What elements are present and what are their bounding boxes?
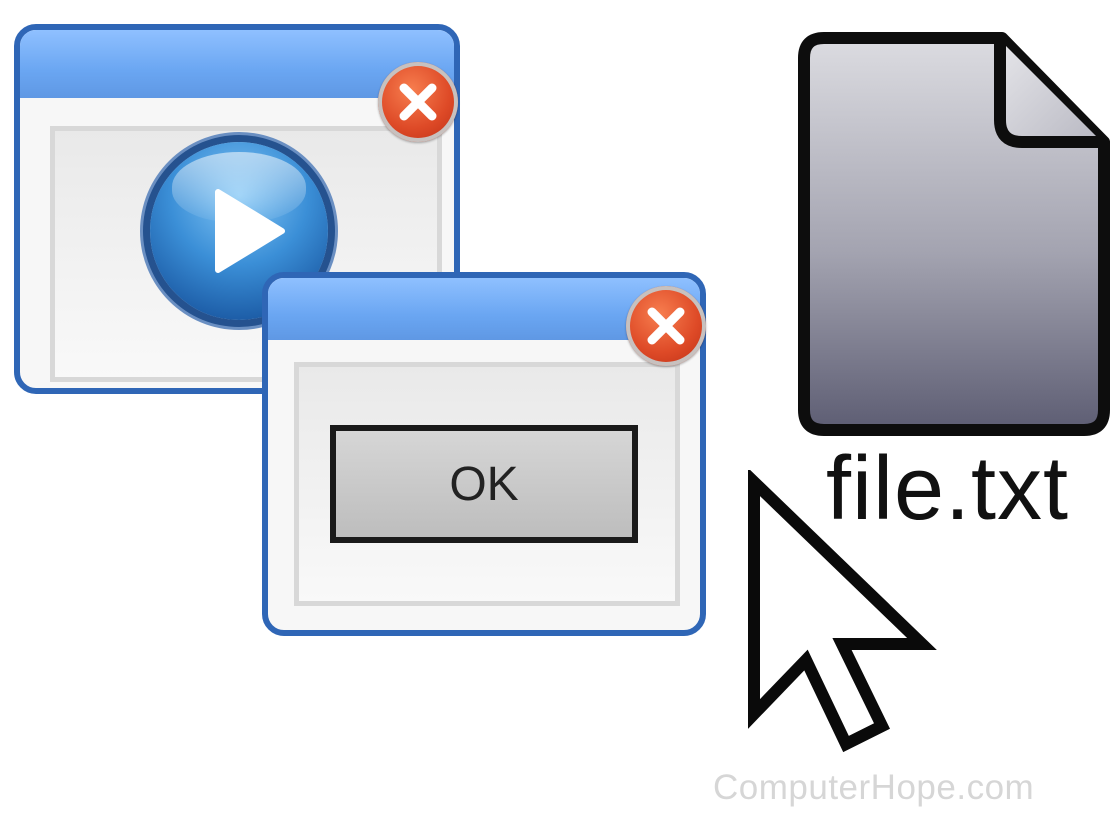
watermark: ComputerHope.com	[713, 768, 1035, 807]
close-icon[interactable]	[626, 286, 706, 366]
ok-button[interactable]: OK	[330, 425, 638, 543]
close-icon[interactable]	[378, 62, 458, 142]
ok-button-label: OK	[449, 457, 519, 511]
document-file-icon[interactable]	[794, 30, 1112, 440]
mouse-pointer-icon	[748, 470, 937, 753]
